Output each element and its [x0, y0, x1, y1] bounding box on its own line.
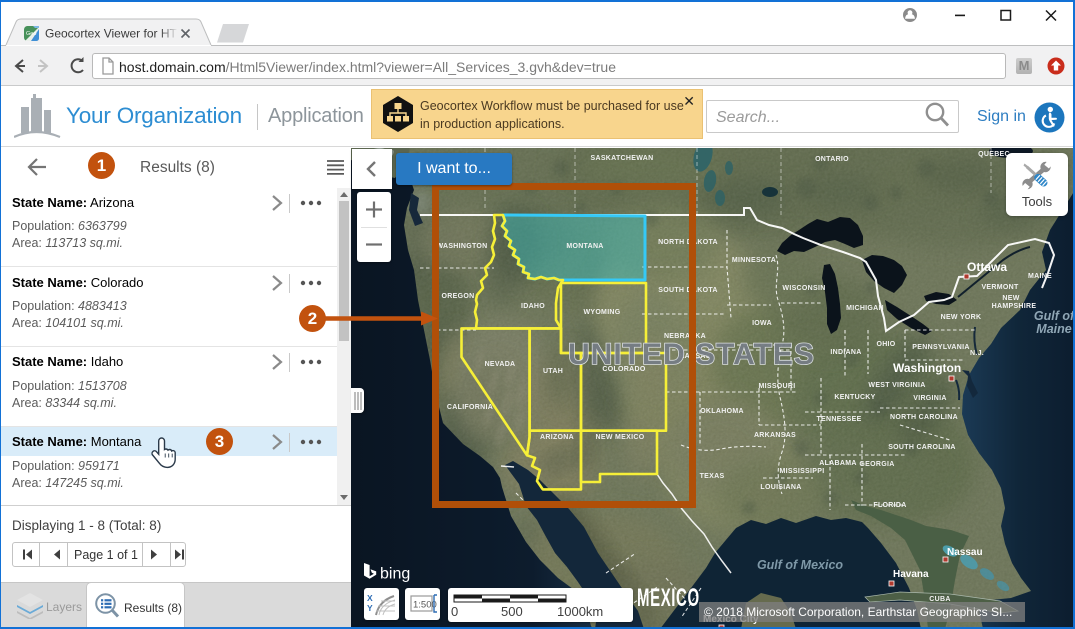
svg-text:UTAH: UTAH: [543, 368, 563, 375]
svg-text:NEW: NEW: [1002, 295, 1019, 302]
svg-text:Gulf of: Gulf of: [1034, 309, 1075, 323]
svg-text:OHIO: OHIO: [876, 341, 895, 348]
svg-text:MAINE: MAINE: [1028, 273, 1052, 280]
svg-text:PENNSYLVANIA: PENNSYLVANIA: [912, 344, 969, 351]
svg-text:Y: Y: [367, 603, 373, 613]
svg-text:Gulf of Mexico: Gulf of Mexico: [757, 558, 843, 572]
svg-text:CALIFORNIA: CALIFORNIA: [447, 404, 493, 411]
svg-text:Washington: Washington: [893, 361, 961, 375]
svg-text:1:500: 1:500: [413, 600, 437, 611]
svg-text:SASKATCHEWAN: SASKATCHEWAN: [591, 155, 654, 162]
svg-text:Havana: Havana: [893, 569, 929, 580]
svg-text:NORTH DAKOTA: NORTH DAKOTA: [658, 239, 718, 246]
svg-text:IDAHO: IDAHO: [521, 303, 545, 310]
svg-text:HAMPSHIRE: HAMPSHIRE: [992, 303, 1037, 310]
svg-text:MISSOURI: MISSOURI: [758, 383, 795, 390]
svg-text:VERMONT: VERMONT: [981, 284, 1019, 291]
svg-text:500: 500: [501, 604, 523, 619]
svg-text:GEORGIA: GEORGIA: [859, 461, 894, 468]
svg-text:WASHINGTON: WASHINGTON: [436, 243, 487, 250]
svg-text:Maine: Maine: [1036, 322, 1071, 336]
svg-text:TENNESSEE: TENNESSEE: [816, 416, 861, 423]
svg-text:bing: bing: [380, 566, 410, 583]
svg-text:MISSISSIPPI: MISSISSIPPI: [780, 468, 825, 475]
svg-text:1000km: 1000km: [557, 604, 603, 619]
svg-text:WISCONSIN: WISCONSIN: [782, 285, 825, 292]
svg-text:OREGON: OREGON: [442, 293, 475, 300]
svg-text:WEST VIRGINIA: WEST VIRGINIA: [868, 382, 925, 389]
svg-text:X: X: [367, 593, 373, 603]
svg-text:TEXAS: TEXAS: [700, 473, 725, 480]
svg-text:MINNESOTA: MINNESOTA: [732, 257, 776, 264]
svg-text:Nassau: Nassau: [947, 547, 983, 558]
svg-text:Geo: Geo: [26, 31, 36, 37]
svg-text:ARIZONA: ARIZONA: [540, 434, 574, 441]
svg-text:NEW YORK: NEW YORK: [941, 314, 982, 321]
svg-text:MONTANA: MONTANA: [566, 243, 603, 250]
svg-text:FLORIDA: FLORIDA: [873, 502, 906, 509]
svg-text:MEXICO: MEXICO: [637, 584, 700, 612]
svg-text:ONTARIO: ONTARIO: [815, 156, 849, 163]
svg-text:INDIANA: INDIANA: [830, 349, 861, 356]
svg-text:Ottawa: Ottawa: [967, 260, 1007, 274]
svg-text:VIRGINIA: VIRGINIA: [913, 395, 947, 402]
svg-text:Geocortex Viewer for HT: Geocortex Viewer for HT: [45, 27, 177, 41]
svg-text:NORTH CAROLINA: NORTH CAROLINA: [890, 414, 958, 421]
svg-text:IOWA: IOWA: [752, 320, 772, 327]
svg-text:0: 0: [451, 604, 458, 619]
svg-text:ARKANSAS: ARKANSAS: [754, 432, 796, 439]
svg-text:KENTUCKY: KENTUCKY: [834, 394, 875, 401]
svg-text:WYOMING: WYOMING: [583, 309, 620, 316]
svg-text:SOUTH CAROLINA: SOUTH CAROLINA: [888, 444, 956, 451]
svg-text:NEVADA: NEVADA: [485, 361, 516, 368]
svg-text:SOUTH DAKOTA: SOUTH DAKOTA: [658, 287, 717, 294]
svg-text:MICHIGAN: MICHIGAN: [846, 305, 884, 312]
svg-text:N.J.: N.J.: [970, 350, 984, 357]
svg-text:ALABAMA: ALABAMA: [819, 460, 856, 467]
svg-text:NEW MEXICO: NEW MEXICO: [596, 434, 645, 441]
svg-text:OKLAHOMA: OKLAHOMA: [700, 408, 744, 415]
svg-text:LOUISIANA: LOUISIANA: [760, 484, 801, 491]
